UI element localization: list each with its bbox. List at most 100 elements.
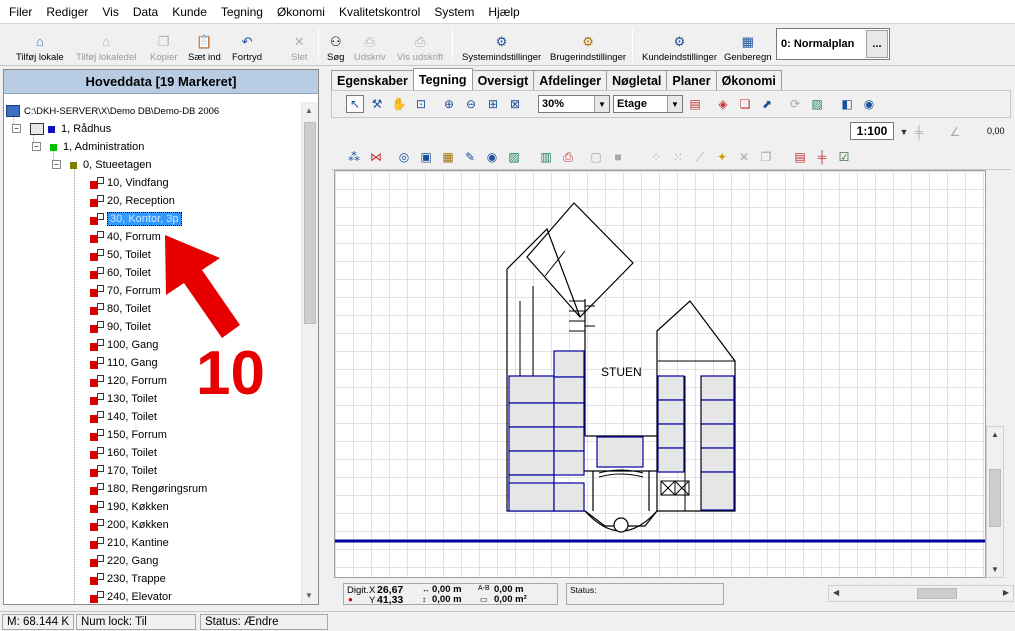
checklist-icon[interactable]: ☑ <box>835 148 853 166</box>
tree-room[interactable]: 120, Forrum <box>90 372 167 390</box>
scroll-left-icon[interactable]: ◀ <box>833 588 839 597</box>
menu-rediger[interactable]: Rediger <box>39 1 95 23</box>
node-add-icon[interactable]: ⁙ <box>669 148 687 166</box>
zoom-out-icon[interactable]: ⊖ <box>462 95 480 113</box>
room-number-icon[interactable]: ▤ <box>791 148 809 166</box>
tree-building[interactable]: − 1, Rådhus <box>12 120 111 138</box>
layer-select[interactable]: Etage ▼ <box>613 95 683 113</box>
tree-room[interactable]: 20, Reception <box>90 192 175 210</box>
menu-tegning[interactable]: Tegning <box>214 1 270 23</box>
print-button[interactable]: ⎙ Udskriv <box>354 27 386 63</box>
zoom-all-icon[interactable]: ⊠ <box>506 95 524 113</box>
landscape-icon[interactable]: ▨ <box>505 148 523 166</box>
grid-icon[interactable]: ╪ <box>910 123 928 141</box>
tree-room[interactable]: 100, Gang <box>90 336 158 354</box>
menu-filer[interactable]: Filer <box>2 1 39 23</box>
tree-room[interactable]: 170, Toilet <box>90 462 157 480</box>
layer-properties-icon[interactable]: ▤ <box>686 95 704 113</box>
tree-room[interactable]: 130, Toilet <box>90 390 157 408</box>
select-layer-icon[interactable]: ⋈ <box>367 148 385 166</box>
tree-room[interactable]: 110, Gang <box>90 354 158 372</box>
user-settings-button[interactable]: ⚙ Brugerindstillinger <box>550 27 626 63</box>
tree-room[interactable]: 240, Elevator <box>90 588 172 604</box>
plan-selector[interactable]: 0: Normalplan ... <box>776 28 890 60</box>
export-drawing-icon[interactable]: ⬈ <box>758 95 776 113</box>
menu-okonomi[interactable]: Økonomi <box>270 1 332 23</box>
tree-room[interactable]: 60, Toilet <box>90 264 151 282</box>
paste-button[interactable]: 📋 Sæt ind <box>188 27 221 63</box>
print-preview-button[interactable]: ⎙ Vis udskrift <box>397 27 443 63</box>
show-hide-icon[interactable]: ◉ <box>483 148 501 166</box>
chevron-down-icon[interactable]: ▼ <box>594 96 609 112</box>
tree-scrollbar[interactable]: ▲ ▼ <box>301 102 318 604</box>
collapse-icon[interactable]: − <box>32 142 41 151</box>
zoom-select[interactable]: 30% ▼ <box>538 95 610 113</box>
menu-kvalitetskontrol[interactable]: Kvalitetskontrol <box>332 1 427 23</box>
tree-room[interactable]: 220, Gang <box>90 552 158 570</box>
canvas-vertical-scrollbar[interactable]: ▲ ▼ <box>986 426 1004 578</box>
collapse-icon[interactable]: − <box>52 160 61 169</box>
tab-planer[interactable]: Planer <box>666 70 717 90</box>
select-pointer-icon[interactable]: ↖ <box>346 95 364 113</box>
scroll-up-icon[interactable]: ▲ <box>305 106 313 115</box>
scroll-up-icon[interactable]: ▲ <box>991 430 999 439</box>
tree-room[interactable]: 50, Toilet <box>90 246 151 264</box>
tab-tegning[interactable]: Tegning <box>412 68 473 90</box>
tab-egenskaber[interactable]: Egenskaber <box>331 70 414 90</box>
delete-object-icon[interactable]: ✕ <box>735 148 753 166</box>
line-icon[interactable]: ⟋ <box>691 148 709 166</box>
show-labels-icon[interactable]: ▣ <box>417 148 435 166</box>
frame-icon[interactable]: ▢ <box>587 148 605 166</box>
scroll-down-icon[interactable]: ▼ <box>991 565 999 574</box>
angle-icon[interactable]: ∠ <box>946 123 964 141</box>
zoom-in-icon[interactable]: ⊕ <box>440 95 458 113</box>
collapse-icon[interactable]: − <box>12 124 21 133</box>
search-button[interactable]: ⚇ Søg <box>327 27 344 63</box>
menu-hjaelp[interactable]: Hjælp <box>481 1 526 23</box>
delete-button[interactable]: ✕ Slet <box>291 27 307 63</box>
redraw-icon[interactable]: ⟳ <box>786 95 804 113</box>
undo-button[interactable]: ↶ Fortryd <box>232 27 262 63</box>
tab-afdelinger[interactable]: Afdelinger <box>533 70 608 90</box>
tree-room[interactable]: 160, Toilet <box>90 444 157 462</box>
fill-icon[interactable]: ■ <box>609 148 627 166</box>
bookmark-icon[interactable]: ◧ <box>838 95 856 113</box>
new-point-icon[interactable]: ✦ <box>713 148 731 166</box>
add-room-part-button[interactable]: ⌂ Tilføj lokaledel <box>76 27 136 63</box>
tree-room[interactable]: 210, Kantine <box>90 534 169 552</box>
tree-room[interactable]: 10, Vindfang <box>90 174 169 192</box>
add-room-button[interactable]: ⌂ Tilføj lokale <box>16 27 64 63</box>
scroll-right-icon[interactable]: ▶ <box>1003 588 1009 597</box>
print-drawing-icon[interactable]: ⎙ <box>559 148 577 166</box>
tab-oversigt[interactable]: Oversigt <box>471 70 535 90</box>
tree-root[interactable]: C:\DKH-SERVER\X\Demo DB\Demo-DB 2006 <box>6 102 219 120</box>
menu-data[interactable]: Data <box>126 1 165 23</box>
tree-room[interactable]: 180, Rengøringsrum <box>90 480 207 498</box>
copy-object-icon[interactable]: ❐ <box>757 148 775 166</box>
zoom-fit-icon[interactable]: ⊞ <box>484 95 502 113</box>
dimension-icon[interactable]: ╪ <box>813 148 831 166</box>
tab-nogletal[interactable]: Nøgletal <box>606 70 668 90</box>
tree-floor[interactable]: − 0, Stueetagen <box>52 156 152 174</box>
scrollbar-thumb[interactable] <box>304 122 316 324</box>
tree-room[interactable]: 190, Køkken <box>90 498 169 516</box>
building-view-icon[interactable]: ▥ <box>537 148 555 166</box>
show-rooms-icon[interactable]: ◎ <box>395 148 413 166</box>
tree-room[interactable]: 230, Trappe <box>90 570 166 588</box>
info-icon[interactable]: ◉ <box>860 95 878 113</box>
scale-field[interactable]: 1:100 <box>850 122 894 140</box>
scroll-down-icon[interactable]: ▼ <box>305 591 313 600</box>
tree-room[interactable]: 150, Forrum <box>90 426 167 444</box>
plan-selector-button[interactable]: ... <box>866 30 888 58</box>
tab-okonomi[interactable]: Økonomi <box>715 70 782 90</box>
image-icon[interactable]: ▨ <box>808 95 826 113</box>
tree-department[interactable]: − 1, Administration <box>32 138 144 156</box>
system-settings-button[interactable]: ⚙ Systemindstillinger <box>462 27 541 63</box>
tree-room[interactable]: 80, Toilet <box>90 300 151 318</box>
pan-hand-icon[interactable]: ✋ <box>390 95 408 113</box>
chevron-down-icon[interactable]: ▼ <box>667 96 682 112</box>
snap-icon[interactable]: ◈ <box>714 95 732 113</box>
scrollbar-thumb[interactable] <box>917 588 957 599</box>
tree-room[interactable]: 200, Køkken <box>90 516 169 534</box>
menu-vis[interactable]: Vis <box>95 1 125 23</box>
